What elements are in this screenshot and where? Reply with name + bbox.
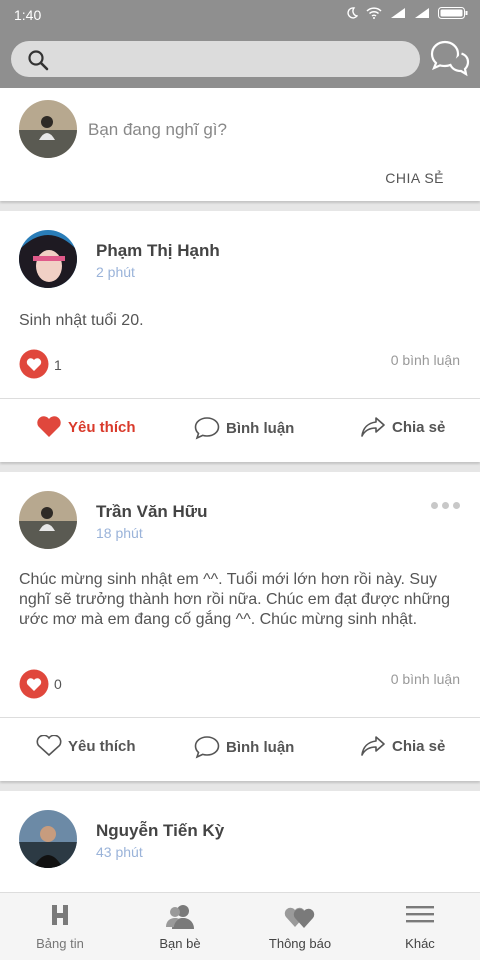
wifi-icon	[366, 7, 382, 19]
avatar	[19, 100, 77, 158]
like-count-icon	[19, 669, 49, 699]
signal-icon-2	[415, 8, 429, 18]
like-count-icon	[19, 349, 49, 379]
post-author[interactable]: Trần Văn Hữu	[96, 502, 208, 522]
divider	[0, 398, 480, 399]
comment-button[interactable]: Bình luận	[194, 735, 294, 759]
post-author[interactable]: Phạm Thị Hạnh	[96, 241, 220, 261]
post-time: 18 phút	[96, 525, 143, 541]
compose-card: Bạn đang nghĩ gì? CHIA SẺ	[0, 88, 480, 201]
tab-news-feed[interactable]: Bảng tin	[0, 893, 120, 960]
post-content: Chúc mừng sinh nhật em ^^. Tuổi mới lớn …	[19, 571, 450, 628]
post-author[interactable]: Nguyễn Tiến Kỳ	[96, 821, 224, 841]
comment-label: Bình luận	[226, 738, 295, 756]
news-feed-icon	[0, 903, 120, 929]
tab-friends[interactable]: Bạn bè	[120, 893, 240, 960]
status-icons	[346, 7, 468, 19]
tab-label: Bạn bè	[159, 936, 201, 951]
post-time: 43 phút	[96, 844, 143, 860]
signal-icon	[391, 8, 405, 18]
app-bar	[0, 30, 480, 88]
like-button[interactable]: Yêu thích	[36, 416, 136, 438]
avatar[interactable]	[19, 491, 77, 549]
messenger-icon[interactable]	[428, 38, 470, 78]
menu-icon	[360, 903, 480, 929]
search-icon	[28, 50, 49, 71]
moon-icon	[347, 7, 358, 19]
share-arrow-icon	[361, 417, 385, 437]
like-button[interactable]: Yêu thích	[36, 735, 136, 757]
like-label: Yêu thích	[68, 418, 136, 436]
comment-icon	[194, 736, 220, 759]
avatar[interactable]	[19, 810, 77, 868]
post-card: Trần Văn Hữu 18 phút Chúc mừng sinh nhật…	[0, 472, 480, 781]
tab-label: Bảng tin	[36, 936, 84, 951]
like-label: Yêu thích	[68, 737, 136, 755]
search-input[interactable]	[11, 41, 420, 77]
share-arrow-icon	[361, 736, 385, 756]
post-content: Sinh nhật tuổi 20.	[19, 312, 144, 329]
tab-more[interactable]: Khác	[360, 893, 480, 960]
comment-label: Bình luận	[226, 419, 295, 437]
heart-filled-icon	[37, 416, 61, 437]
share-post-button[interactable]: CHIA SẺ	[385, 170, 444, 186]
friends-icon	[120, 903, 240, 929]
status-bar: 1:40	[0, 0, 480, 30]
share-button[interactable]: Chia sẻ	[360, 416, 445, 438]
tab-notifications[interactable]: Thông báo	[240, 893, 360, 960]
post-card: Nguyễn Tiến Kỳ 43 phút	[0, 791, 480, 892]
like-count: 1	[54, 357, 62, 373]
like-count: 0	[54, 676, 62, 692]
comment-count[interactable]: 0 bình luận	[391, 671, 460, 687]
share-label: Chia sẻ	[392, 418, 446, 436]
status-time: 1:40	[14, 7, 42, 23]
tab-label: Thông báo	[268, 936, 332, 951]
news-feed[interactable]: Bạn đang nghĩ gì? CHIA SẺ Phạm Thị Hạnh …	[0, 88, 480, 892]
heart-outline-icon	[36, 735, 62, 757]
bottom-tab-bar: Bảng tin Bạn bè Thông báo Khác	[0, 892, 480, 960]
comment-count[interactable]: 0 bình luận	[391, 352, 460, 368]
avatar[interactable]	[19, 230, 77, 288]
notifications-icon	[240, 903, 360, 929]
compose-input[interactable]: Bạn đang nghĩ gì?	[88, 120, 227, 140]
more-options-icon[interactable]	[431, 502, 460, 509]
tab-label: Khác	[405, 936, 435, 951]
share-button[interactable]: Chia sẻ	[360, 735, 445, 757]
battery-icon	[438, 7, 468, 19]
comment-button[interactable]: Bình luận	[194, 416, 294, 440]
divider	[0, 717, 480, 718]
post-time: 2 phút	[96, 264, 135, 280]
post-card: Phạm Thị Hạnh 2 phút Sinh nhật tuổi 20. …	[0, 211, 480, 462]
comment-icon	[194, 417, 220, 440]
share-label: Chia sẻ	[392, 737, 446, 755]
